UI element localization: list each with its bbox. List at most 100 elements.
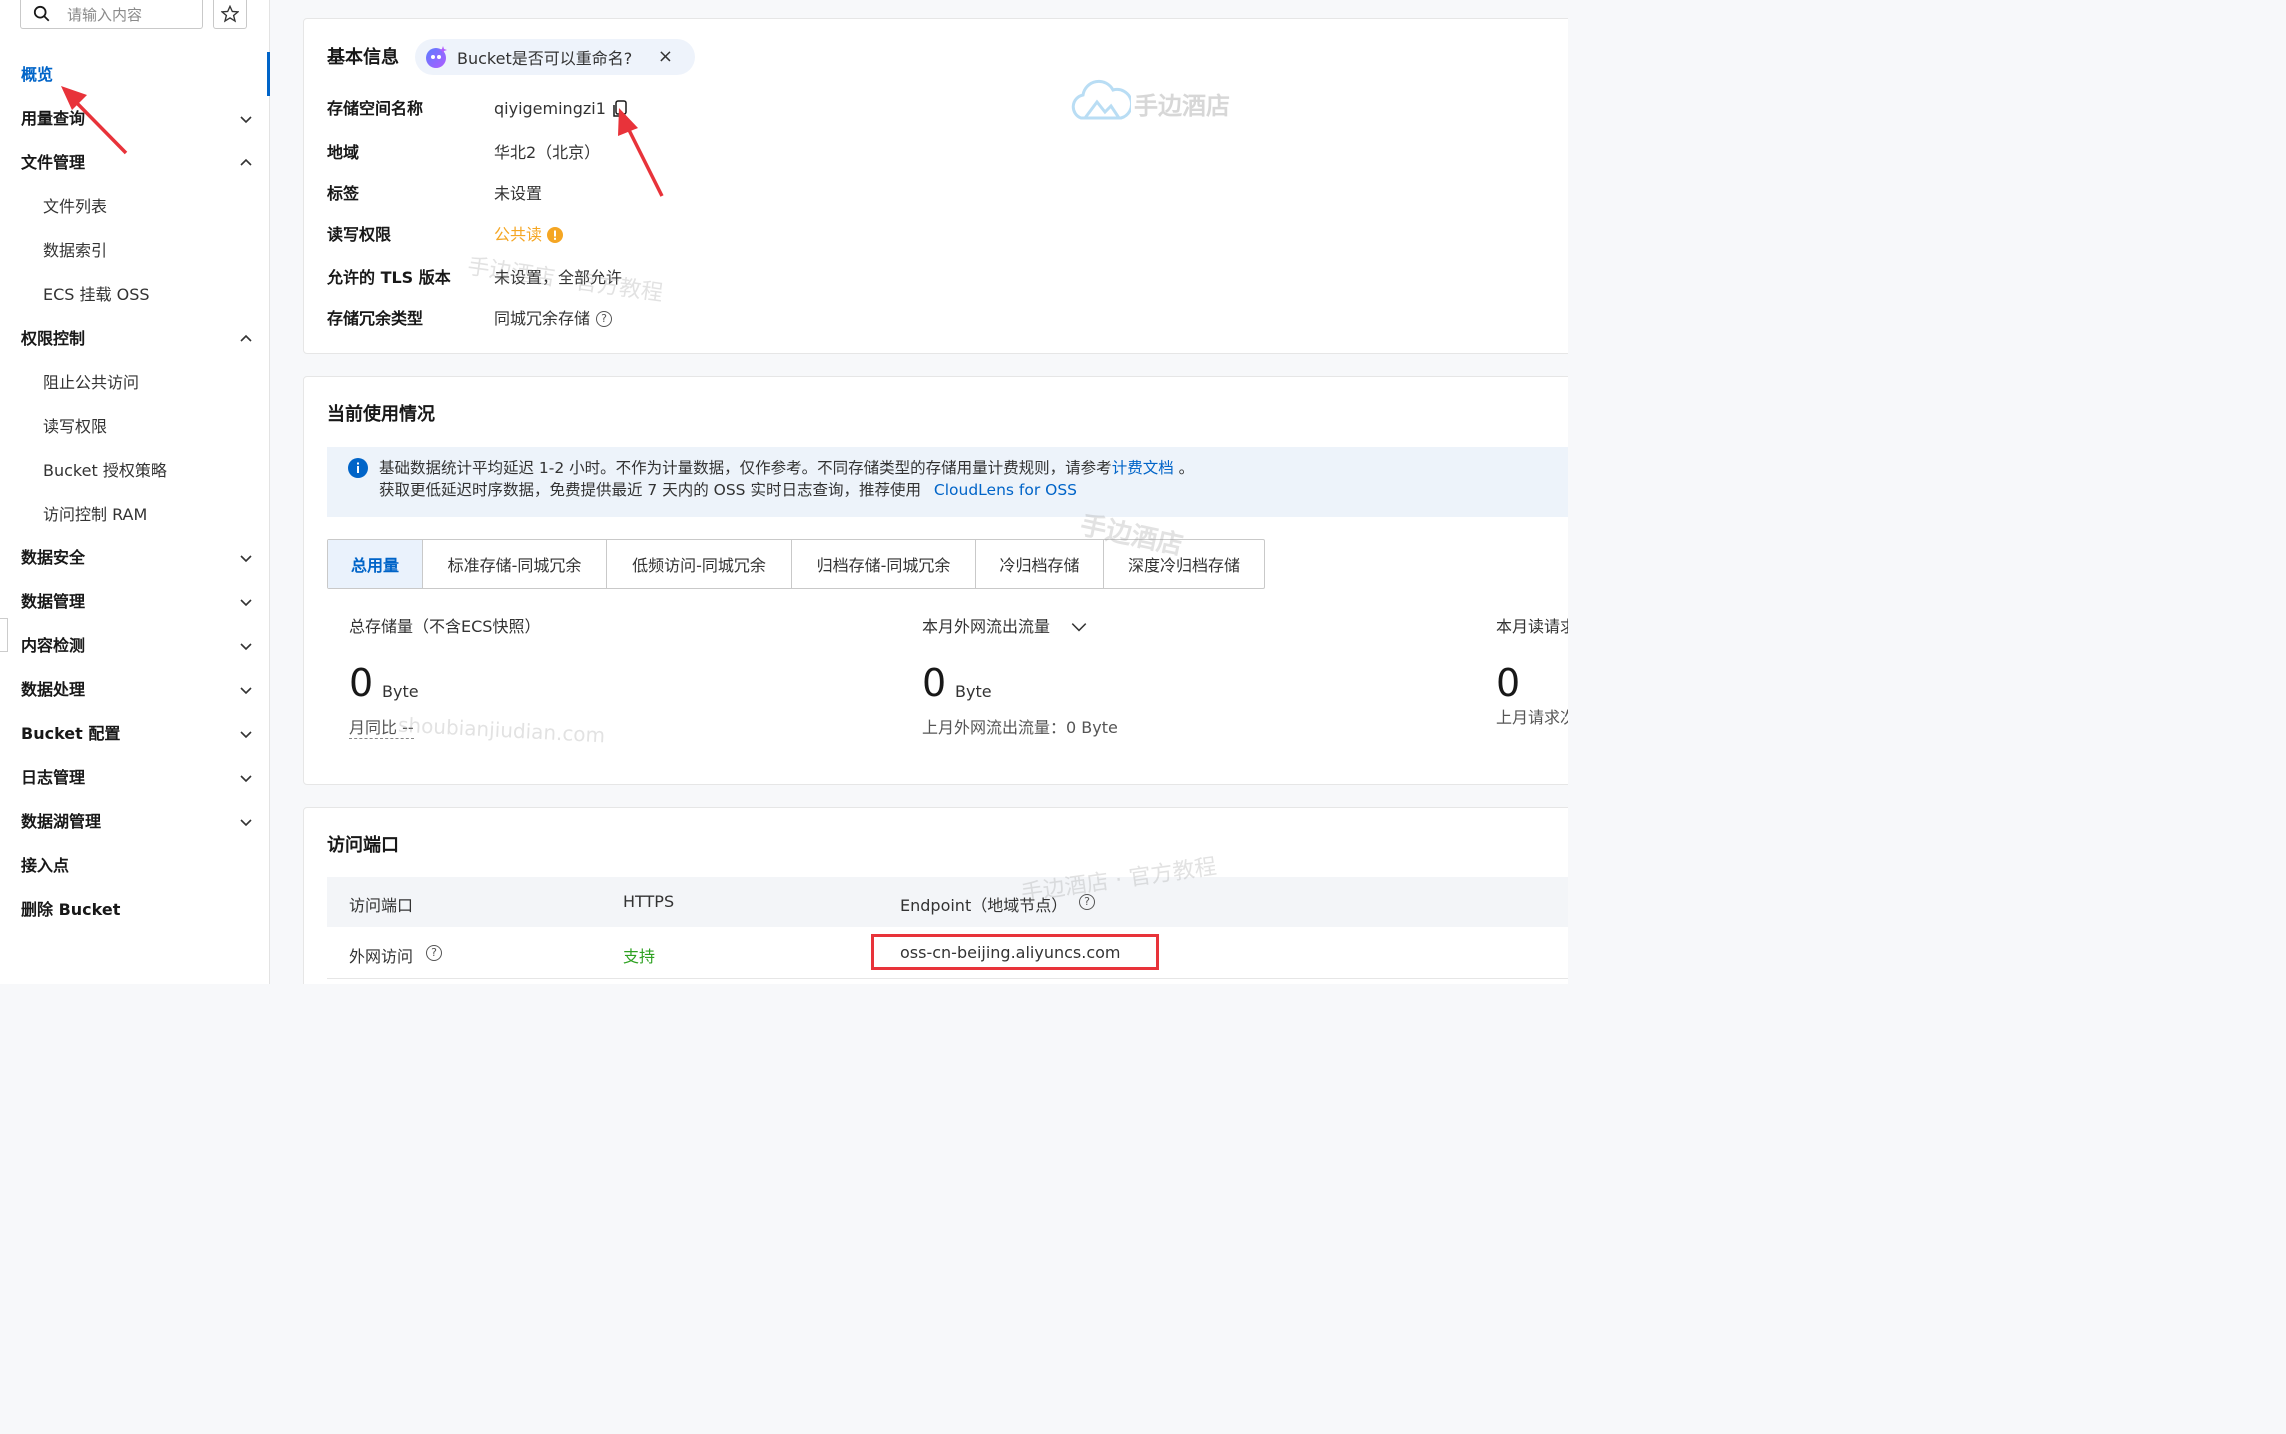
warning-icon — [547, 227, 564, 243]
chevron-down-icon[interactable] — [238, 682, 254, 698]
search-placeholder: 请输入内容 — [67, 5, 143, 24]
tls-value: 未设置，全部允许 — [494, 268, 623, 287]
sidebar-item-access-control[interactable]: 权限控制 — [21, 329, 85, 349]
redundancy-value: 同城冗余存储 ? — [494, 309, 613, 329]
chevron-down-icon[interactable] — [238, 770, 254, 786]
chevron-down-icon[interactable] — [238, 814, 254, 830]
notice-line-2: 获取更低延迟时序数据，免费提供最近 7 天内的 OSS 实时日志查询，推荐使用 … — [379, 480, 1077, 500]
column-header: 访问端口 — [349, 896, 414, 915]
sidebar-item-data-processing[interactable]: 数据处理 — [21, 680, 85, 700]
tab-archive[interactable]: 归档存储-同城冗余 — [792, 540, 976, 588]
notice-line-1: 基础数据统计平均延迟 1-2 小时。不作为计量数据，仅作参考。不同存储类型的存储… — [379, 458, 1194, 478]
column-header: HTTPS — [623, 892, 675, 911]
tab-ia[interactable]: 低频访问-同城冗余 — [607, 540, 792, 588]
sidebar-item-block-public-access[interactable]: 阻止公共访问 — [43, 373, 139, 393]
bucket-name-label: 存储空间名称 — [327, 99, 424, 118]
sidebar-item-log-management[interactable]: 日志管理 — [21, 768, 85, 788]
chevron-down-icon[interactable] — [238, 594, 254, 610]
access-title: 访问端口 — [327, 835, 399, 856]
search-input[interactable]: 请输入内容 — [20, 0, 203, 29]
sidebar-item-bucket-config[interactable]: Bucket 配置 — [21, 724, 120, 744]
sidebar-item-file-management[interactable]: 文件管理 — [21, 153, 85, 173]
sidebar-item-acl[interactable]: 读写权限 — [43, 417, 107, 437]
active-indicator — [267, 52, 270, 96]
outbound-traffic-label: 本月外网流出流量 — [922, 617, 1050, 637]
tab-standard[interactable]: 标准存储-同城冗余 — [423, 540, 607, 588]
bucket-name-value: qiyigemingzi1 — [494, 99, 628, 119]
last-month-outbound: 上月外网流出流量：0 Byte — [922, 718, 1118, 737]
help-icon[interactable]: ? — [426, 945, 442, 961]
sidebar-item-data-lake[interactable]: 数据湖管理 — [21, 812, 101, 832]
outbound-traffic-value: 0 — [922, 661, 947, 705]
sidebar-item-data-security[interactable]: 数据安全 — [21, 548, 85, 568]
info-icon — [348, 458, 368, 478]
help-icon[interactable]: ? — [1079, 894, 1095, 910]
access-type-cell: 外网访问 — [349, 947, 414, 966]
sidebar-item-bucket-policy[interactable]: Bucket 授权策略 — [43, 461, 167, 481]
tab-total[interactable]: 总用量 — [328, 540, 423, 588]
cloudlens-link[interactable]: CloudLens for OSS — [934, 481, 1077, 499]
billing-doc-link[interactable]: 计费文档 — [1112, 459, 1174, 477]
month-over-month[interactable]: 月同比 -- — [349, 718, 414, 739]
search-icon — [33, 5, 50, 22]
favorite-button[interactable] — [213, 0, 247, 29]
column-header: Endpoint（地域节点） — [900, 896, 1068, 915]
sidebar-item-delete-bucket[interactable]: 删除 Bucket — [21, 900, 120, 920]
outbound-traffic-label-text: 本月外网流出流量 — [922, 617, 1051, 636]
sidebar-collapse-handle[interactable] — [0, 618, 8, 652]
chevron-up-icon[interactable] — [238, 331, 254, 347]
storage-type-tabs: 总用量 标准存储-同城冗余 低频访问-同城冗余 归档存储-同城冗余 冷归档存储 … — [327, 539, 1265, 589]
basic-info-title: 基本信息 — [327, 47, 399, 68]
chevron-down-icon[interactable] — [1070, 618, 1088, 636]
chevron-down-icon[interactable] — [238, 638, 254, 654]
sidebar-item-overview[interactable]: 概览 — [21, 65, 53, 85]
logo-cloud-icon — [1071, 79, 1131, 120]
usage-title: 当前使用情况 — [327, 404, 435, 425]
tls-label: 允许的 TLS 版本 — [327, 268, 451, 287]
total-storage-unit: Byte — [382, 682, 419, 701]
total-storage-value: 0 — [349, 661, 374, 705]
help-icon[interactable]: ? — [596, 311, 613, 327]
tags-value: 未设置 — [494, 184, 543, 203]
sidebar: 请输入内容 概览 用量查询 文件管理 文件列表 数据索引 ECS 挂载 OSS … — [0, 0, 270, 984]
acl-label: 读写权限 — [327, 225, 392, 244]
tab-cold-archive[interactable]: 冷归档存储 — [976, 540, 1104, 588]
sidebar-item-ram[interactable]: 访问控制 RAM — [43, 505, 147, 525]
acl-value-text: 公共读 — [494, 225, 543, 244]
copy-icon[interactable] — [612, 100, 628, 118]
redundancy-value-text: 同城冗余存储 — [494, 309, 591, 328]
star-icon — [221, 5, 239, 23]
sidebar-item-usage-query[interactable]: 用量查询 — [21, 109, 85, 129]
chevron-down-icon[interactable] — [238, 550, 254, 566]
read-requests-value: 0 — [1496, 661, 1521, 705]
notice-text-1: 基础数据统计平均延迟 1-2 小时。不作为计量数据，仅作参考。不同存储类型的存储… — [379, 459, 1112, 477]
sidebar-item-data-index[interactable]: 数据索引 — [43, 241, 107, 261]
sidebar-item-content-detection[interactable]: 内容检测 — [21, 636, 85, 656]
usage-notice: 基础数据统计平均延迟 1-2 小时。不作为计量数据，仅作参考。不同存储类型的存储… — [327, 447, 1568, 517]
tags-label: 标签 — [327, 184, 360, 203]
region-label: 地域 — [327, 143, 360, 162]
sidebar-item-ecs-mount[interactable]: ECS 挂载 OSS — [43, 285, 150, 305]
chevron-down-icon[interactable] — [238, 111, 254, 127]
chevron-down-icon[interactable] — [238, 726, 254, 742]
bucket-name-text: qiyigemingzi1 — [494, 99, 606, 118]
chevron-up-icon[interactable] — [238, 155, 254, 171]
sidebar-item-data-management[interactable]: 数据管理 — [21, 592, 85, 612]
https-cell: 支持 — [623, 947, 656, 966]
outbound-traffic-unit: Byte — [955, 682, 992, 701]
table-header: 访问端口 HTTPS Endpoint（地域节点） ? — [327, 877, 1568, 927]
notice-text-2: 获取更低延迟时序数据，免费提供最近 7 天内的 OSS 实时日志查询，推荐使用 — [379, 481, 921, 499]
rename-tip-text: Bucket是否可以重命名? — [457, 49, 633, 68]
region-value: 华北2（北京） — [494, 143, 601, 162]
total-storage-label: 总存储量（不含ECS快照） — [349, 617, 541, 636]
redundancy-label: 存储冗余类型 — [327, 309, 424, 328]
close-icon[interactable]: × — [658, 46, 673, 67]
endpoint-highlight-box — [871, 934, 1159, 970]
sidebar-item-access-point[interactable]: 接入点 — [21, 856, 69, 876]
assistant-icon — [426, 46, 447, 68]
notice-end-1: 。 — [1173, 459, 1195, 477]
rename-tip[interactable]: Bucket是否可以重命名? × — [415, 39, 695, 75]
sidebar-item-file-list[interactable]: 文件列表 — [43, 197, 107, 217]
read-requests-label: 本月读请求 — [1496, 617, 1568, 636]
tab-deep-cold-archive[interactable]: 深度冷归档存储 — [1104, 540, 1264, 588]
